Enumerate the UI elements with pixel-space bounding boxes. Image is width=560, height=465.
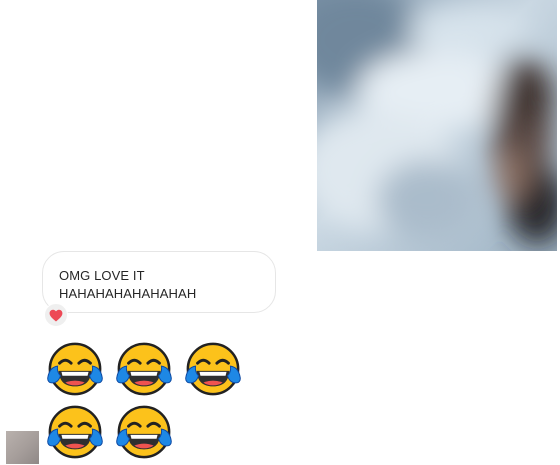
message-text-line-1: OMG LOVE IT — [59, 268, 145, 283]
face-with-tears-of-joy-icon — [115, 340, 173, 398]
shared-photo[interactable] — [317, 0, 557, 251]
message-thread: OMG LOVE IT HAHAHAHAHAHAHAH — [0, 0, 560, 465]
reaction-badge[interactable] — [44, 303, 68, 327]
shared-photo-image — [317, 0, 557, 251]
message-bubble[interactable]: OMG LOVE IT HAHAHAHAHAHAHAH — [42, 251, 276, 313]
face-with-tears-of-joy-icon — [46, 403, 104, 461]
face-with-tears-of-joy-icon — [115, 403, 173, 461]
avatar[interactable] — [6, 431, 39, 464]
face-with-tears-of-joy-icon — [46, 340, 104, 398]
face-with-tears-of-joy-icon — [184, 340, 242, 398]
message-text-line-2: HAHAHAHAHAHAHAH — [59, 286, 197, 301]
heart-icon — [49, 309, 63, 321]
